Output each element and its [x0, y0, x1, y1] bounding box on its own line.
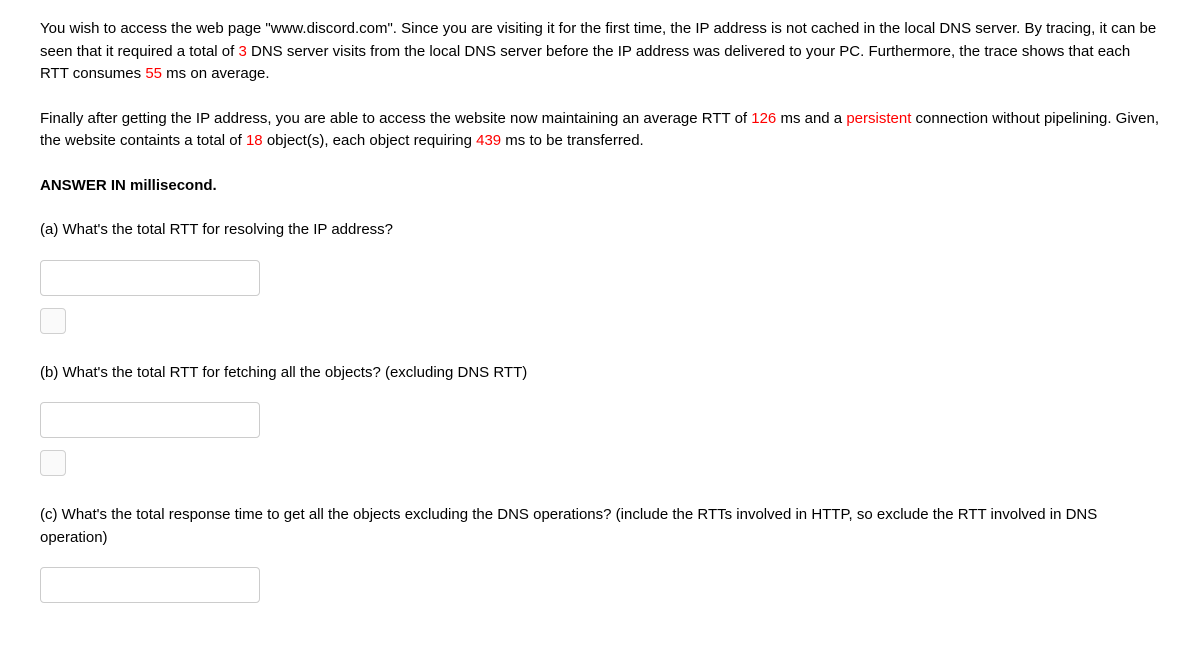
p1-text-c: ms on average.: [162, 65, 270, 82]
question-b: (b) What's the total RTT for fetching al…: [40, 362, 1160, 477]
question-a-text: (a) What's the total RTT for resolving t…: [40, 219, 1160, 242]
p2-text-a: Finally after getting the IP address, yo…: [40, 110, 751, 127]
persistent-value: persistent: [846, 110, 911, 127]
question-a: (a) What's the total RTT for resolving t…: [40, 219, 1160, 334]
paragraph-2: Finally after getting the IP address, yo…: [40, 108, 1160, 153]
answer-unit-instruction: ANSWER IN millisecond.: [40, 175, 1160, 198]
paragraph-1: You wish to access the web page "www.dis…: [40, 18, 1160, 86]
p2-text-b: ms and a: [776, 110, 846, 127]
question-c: (c) What's the total response time to ge…: [40, 504, 1160, 603]
dns-rtt-value: 55: [145, 65, 162, 82]
feedback-box-b: [40, 450, 66, 476]
answer-a-input[interactable]: [40, 260, 260, 296]
answer-c-input[interactable]: [40, 567, 260, 603]
p2-text-d: object(s), each object requiring: [263, 132, 476, 149]
transfer-ms-value: 439: [476, 132, 501, 149]
question-c-text: (c) What's the total response time to ge…: [40, 504, 1160, 549]
dns-visits-value: 3: [238, 43, 246, 60]
feedback-box-a: [40, 308, 66, 334]
objects-value: 18: [246, 132, 263, 149]
answer-b-input[interactable]: [40, 402, 260, 438]
p2-text-e: ms to be transferred.: [501, 132, 644, 149]
question-b-text: (b) What's the total RTT for fetching al…: [40, 362, 1160, 385]
http-rtt-value: 126: [751, 110, 776, 127]
